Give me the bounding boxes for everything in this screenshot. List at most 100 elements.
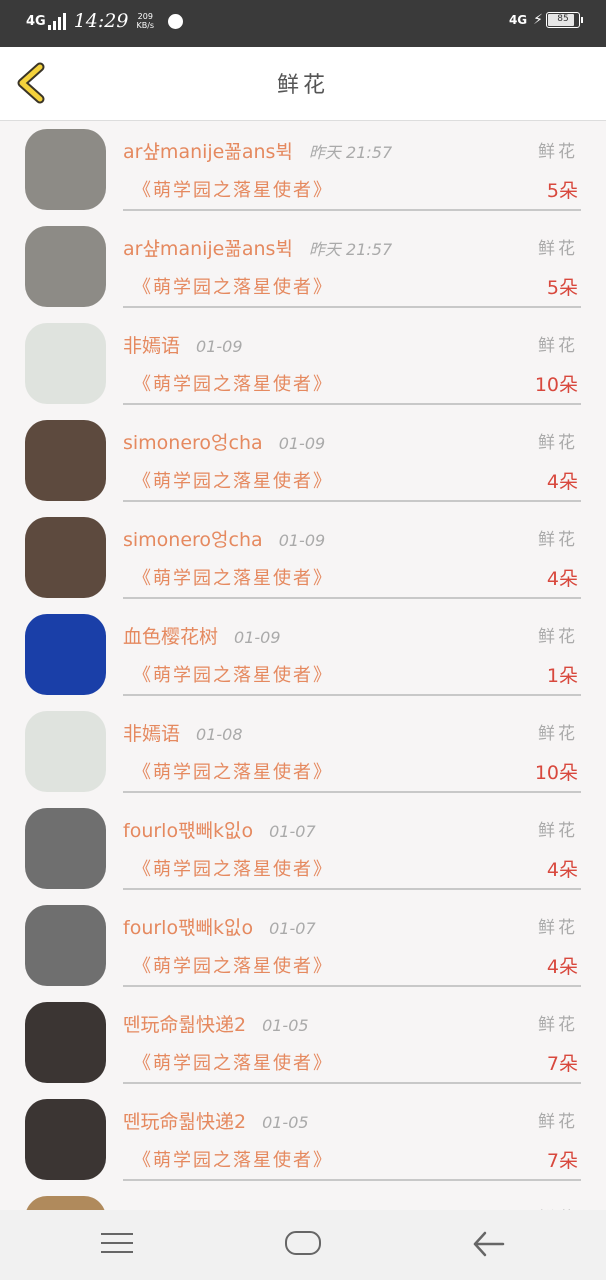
timestamp: 昨天 21:57 [308,240,393,259]
avatar[interactable] [25,711,106,792]
menu-icon[interactable] [101,1233,133,1257]
gift-type: 鲜花 [538,142,578,162]
list-item[interactable]: ar샾manije꾦ans뷕 昨天 21:57 鲜花 《萌学园之落星使者》 5朵 [0,121,606,218]
gift-type: 鲜花 [538,918,578,938]
user-name[interactable]: 뗀玩命뤎快递2 [123,1014,246,1036]
user-name-row: ar샾manije꾦ans뷕 昨天 21:57 [123,234,392,261]
user-name[interactable]: 非嫣语 [123,335,180,357]
battery-level: 85 [557,14,569,24]
battery-icon: 85 [546,12,583,28]
home-icon[interactable] [285,1231,321,1255]
book-title[interactable]: 《萌学园之落星使者》 [133,176,333,202]
avatar[interactable] [25,517,106,598]
gift-type: 鲜花 [538,1015,578,1035]
gift-type: 鲜花 [538,239,578,259]
timestamp: 01-05 [262,1113,309,1132]
book-title[interactable]: 《萌学园之落星使者》 [133,370,333,396]
flower-count: 7朵 [546,1053,578,1075]
list-item[interactable]: 뗀玩命뤎快递2 01-05 鲜花 《萌学园之落星使者》 7朵 [0,1091,606,1188]
flower-count: 10朵 [534,374,578,396]
avatar[interactable] [25,1196,106,1210]
divider [123,1082,581,1084]
divider [123,403,581,405]
gift-type: 鲜花 [538,530,578,550]
flower-count: 10朵 [534,762,578,784]
list-item[interactable]: 뗀玩命뤎快递2 01-05 鲜花《萌学园之落星使者》 7朵 [0,994,606,1091]
app-notification-icon [168,13,184,29]
user-name-row: 血色樱花树 01-09 [123,622,281,649]
avatar[interactable] [25,808,106,889]
divider [123,985,581,987]
avatar[interactable] [25,420,106,501]
avatar[interactable] [25,614,106,695]
book-title[interactable]: 《萌学园之落星使者》 [133,273,333,299]
user-name[interactable]: fourlo퍣빼k잆o [123,917,253,939]
flower-list: ar샾manije꾦ans뷕 昨天 21:57 鲜花 《萌学园之落星使者》 5朵 ar샾m… [0,121,606,1210]
speed-value: 209 [137,12,153,21]
avatar[interactable] [25,1002,106,1083]
user-name[interactable]: ar샾manije꾦ans뷕 [123,141,293,163]
avatar[interactable] [25,226,106,307]
user-name[interactable]: simonero엉cha [123,529,263,551]
user-name[interactable]: ar샾manije꾦ans뷕 [123,238,293,260]
user-name-row: 뗀玩命뤎快递2 01-05 [123,1107,309,1134]
list-item[interactable]: ar샾manije꾦ans뷕 昨天 21:57 鲜花《萌学园之落星使者》 5朵 [0,218,606,315]
gift-type: 鲜花 [538,1112,578,1132]
flower-count: 4朵 [546,956,578,978]
book-title[interactable]: 《萌学园之落星使者》 [133,661,333,687]
user-name-row: fourlo퍣빼k잆o 01-07 [123,913,316,940]
gift-type: 鲜花 [538,433,578,453]
header: 鲜花 [0,47,606,121]
book-title[interactable]: 《萌学园之落星使者》 [133,467,333,493]
flower-count: 5朵 [546,277,578,299]
book-title[interactable]: 《萌学园之落星使者》 [133,1146,333,1172]
flower-count: 1朵 [546,665,578,687]
divider [123,694,581,696]
divider [123,791,581,793]
timestamp: 01-08 [196,725,243,744]
list-item[interactable]: 血色樱花树 01-09 鲜花《萌学园之落星使者》 1朵 [0,606,606,703]
list-item[interactable]: 非嫣语 01-08 鲜花 《萌学园之落星使者》 10朵 [0,703,606,800]
book-title[interactable]: 《萌学园之落星使者》 [133,952,333,978]
flower-count: 4朵 [546,471,578,493]
network-type-right: 4G [508,13,528,27]
user-name[interactable]: fourlo퍣빼k잆o [123,820,253,842]
book-title[interactable]: 《萌学园之落星使者》 [133,1049,333,1075]
divider [123,209,581,211]
page-title: 鲜花 [276,73,329,98]
divider [123,597,581,599]
timestamp: 01-09 [234,628,281,647]
list-item[interactable]: simonero엉cha 01-09 鲜花《萌学园之落星使者》 4朵 [0,412,606,509]
book-title[interactable]: 《萌学园之落星使者》 [133,564,333,590]
user-name[interactable]: 血色樱花树 [123,626,218,648]
user-name[interactable]: simonero엉cha [123,432,263,454]
user-name-row: ar샾manije꾦ans뷕 昨天 21:57 [123,137,392,164]
list-item[interactable]: fourlo퍣빼k잆o 01-07 鲜花《萌学园之落星使者》 4朵 [0,897,606,994]
user-name[interactable]: 非嫣语 [123,723,180,745]
user-name-row: fourlo퍣빼k잆o 01-07 [123,816,316,843]
gift-type: 鲜花 [538,627,578,647]
timestamp: 01-09 [196,337,243,356]
timestamp: 01-05 [262,1016,309,1035]
list-item[interactable]: fourlo퍣빼k잆o 01-07 鲜花 《萌学园之落星使者》 4朵 [0,800,606,897]
list-item[interactable]: simonero엉cha 01-09 鲜花 《萌学园之落星使者》 4朵 [0,509,606,606]
timestamp: 01-09 [278,434,326,453]
gift-type: 鲜花 [538,821,578,841]
avatar[interactable] [25,129,106,210]
divider [123,306,581,308]
list-item[interactable]: 非嫣语 01-09 鲜花《萌学园之落星使者》 10朵 [0,315,606,412]
divider [123,888,581,890]
user-name[interactable]: 뗀玩命뤎快递2 [123,1111,246,1133]
avatar[interactable] [25,905,106,986]
back-arrow-icon[interactable] [472,1229,506,1259]
navigation-bar [0,1210,606,1280]
book-title[interactable]: 《萌学园之落星使者》 [133,855,333,881]
network-speed: 209 KB/s [136,12,154,30]
book-title[interactable]: 《萌学园之落星使者》 [133,758,333,784]
gift-type: 鲜花 [538,336,578,356]
clock: 14:29 [73,10,129,32]
avatar[interactable] [25,1099,106,1180]
user-name-row: 非嫣语 01-09 [123,331,243,358]
list-item[interactable]: 鲜花 [0,1188,606,1210]
avatar[interactable] [25,323,106,404]
